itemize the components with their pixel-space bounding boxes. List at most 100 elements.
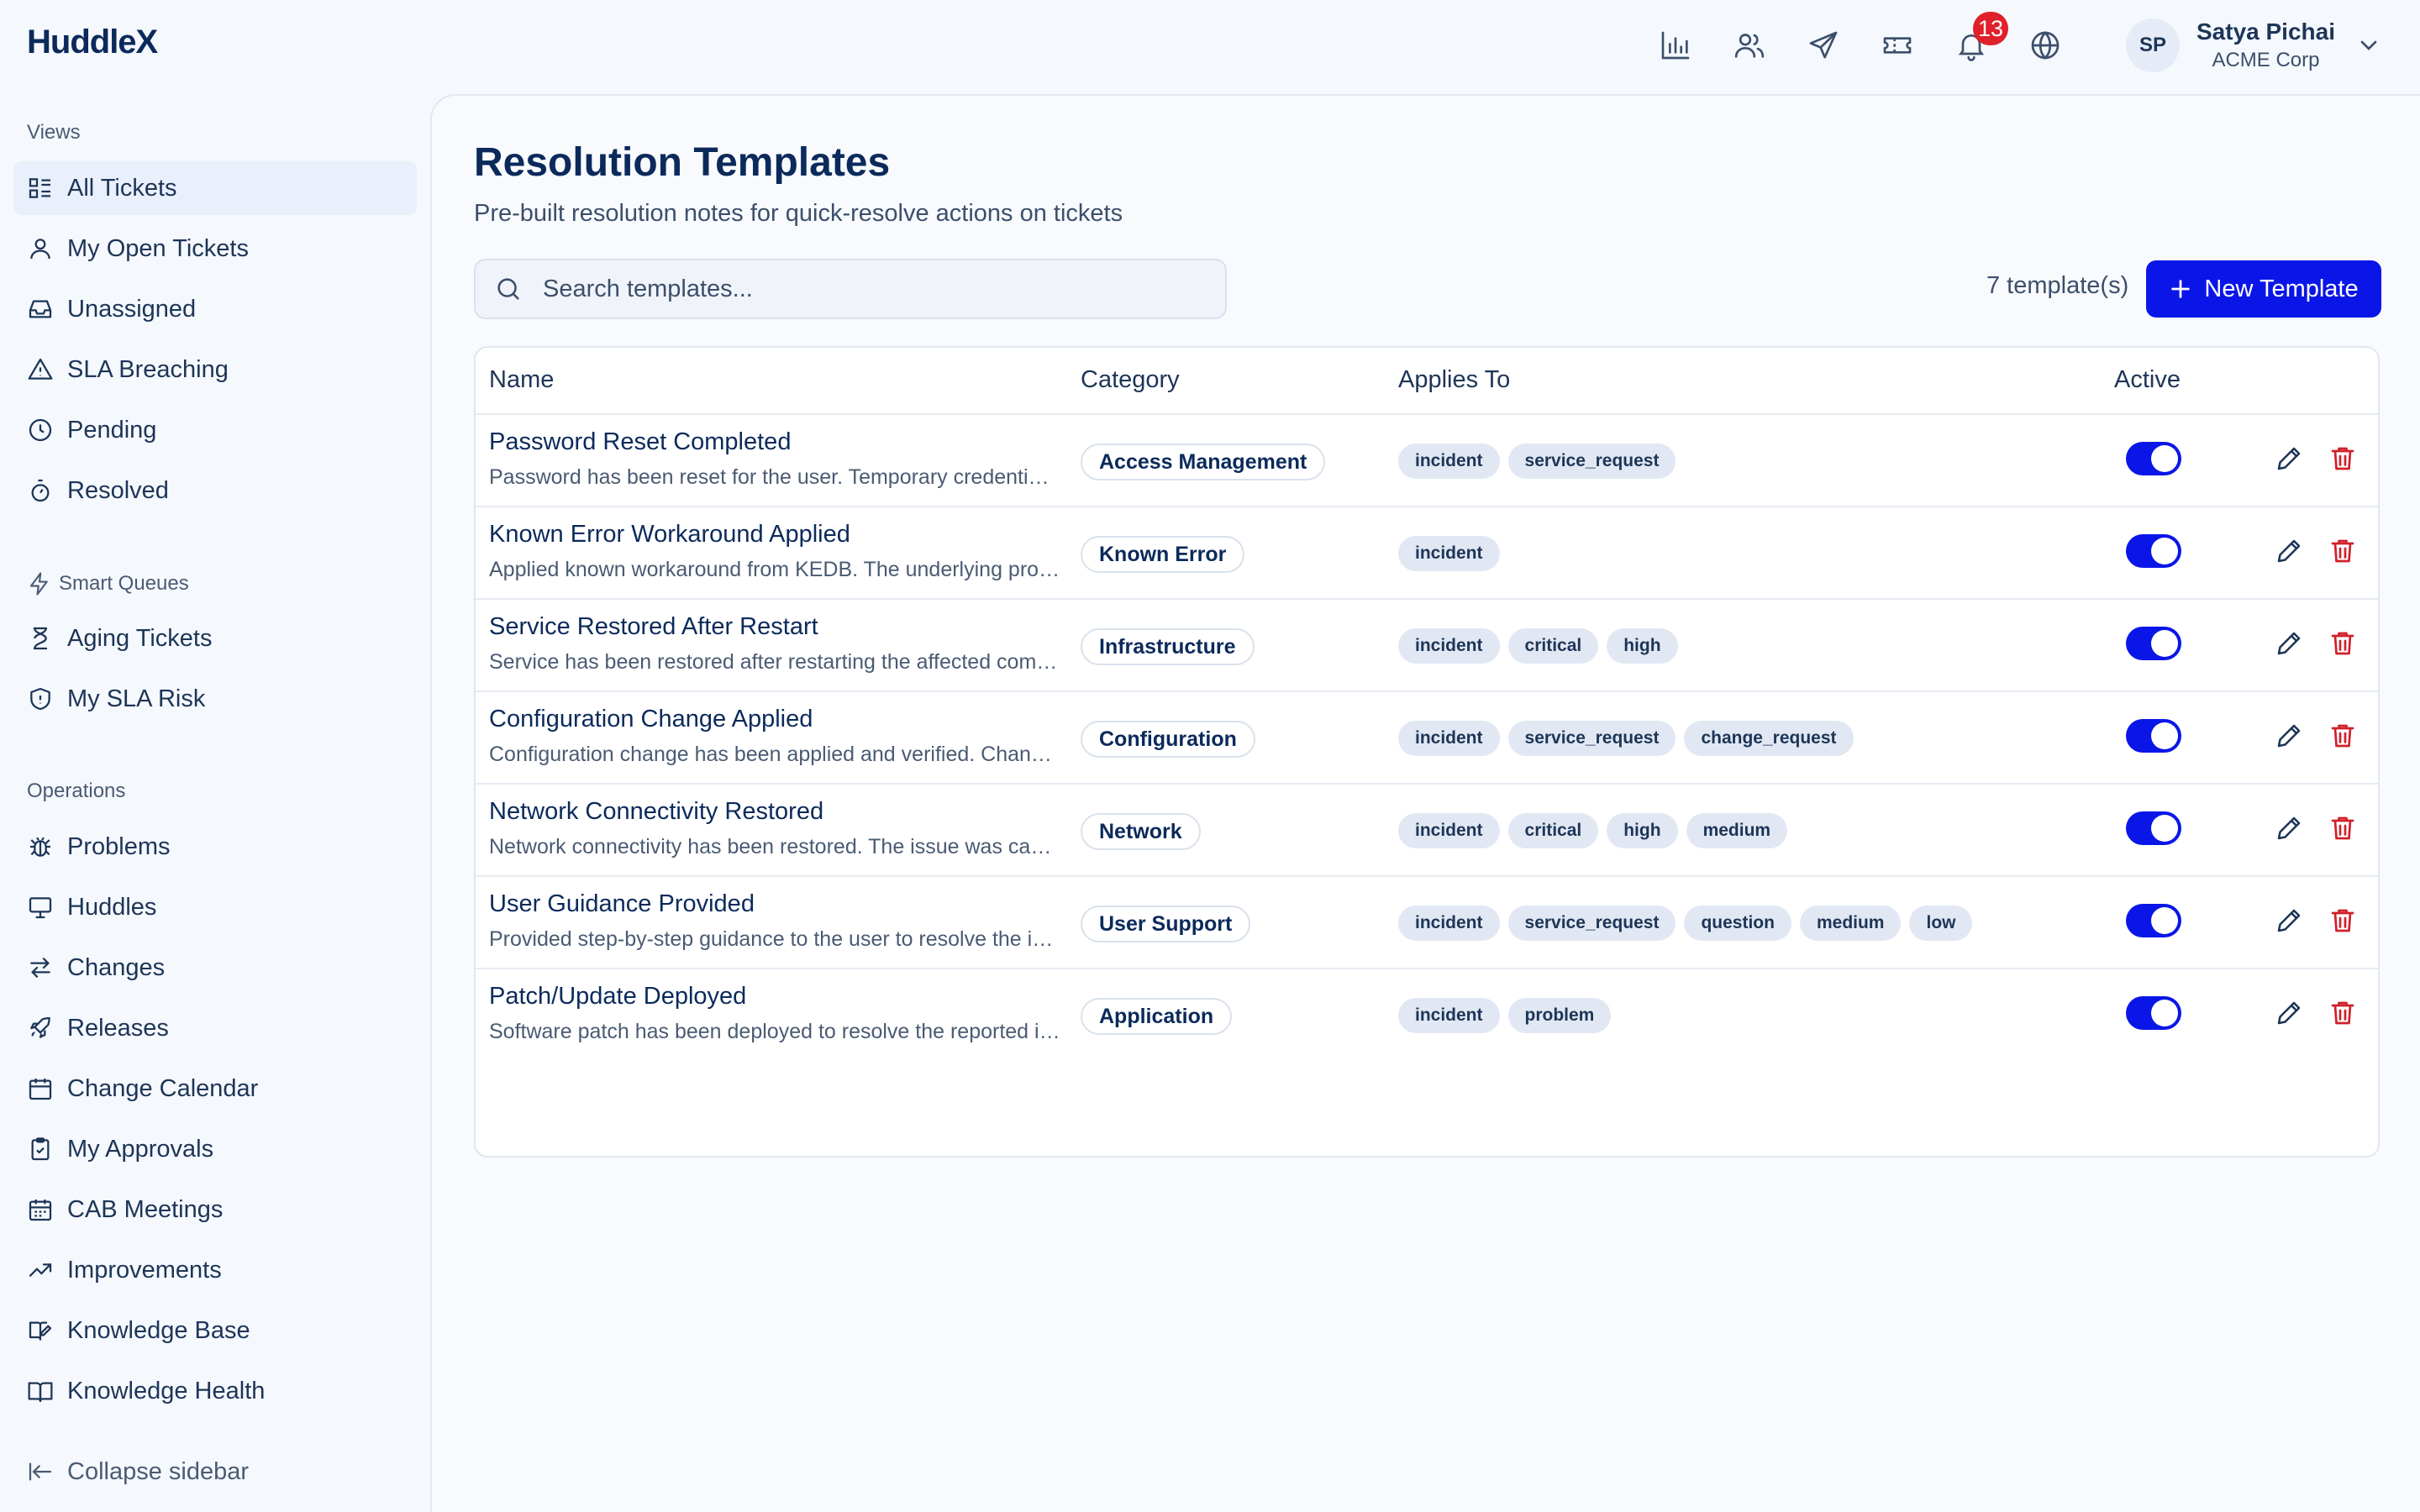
ticket-icon[interactable] bbox=[1877, 25, 1918, 66]
new-template-button[interactable]: New Template bbox=[2146, 260, 2381, 318]
edit-button[interactable] bbox=[2274, 628, 2307, 662]
book-edit-icon bbox=[29, 1321, 52, 1341]
user-menu[interactable]: SP Satya Pichai ACME Corp bbox=[2126, 18, 2382, 72]
search-box[interactable] bbox=[474, 259, 1227, 319]
notifications-button[interactable]: 13 bbox=[1951, 12, 2009, 66]
sidebar-item-my-open-tickets[interactable]: My Open Tickets bbox=[13, 222, 417, 276]
edit-button[interactable] bbox=[2274, 998, 2307, 1032]
table-row[interactable]: Network Connectivity Restored Network con… bbox=[476, 785, 2378, 877]
template-name[interactable]: Network Connectivity Restored bbox=[489, 798, 823, 826]
column-header-name[interactable]: Name bbox=[489, 366, 554, 394]
table-row[interactable]: Password Reset Completed Password has bee… bbox=[476, 415, 2378, 507]
analytics-icon[interactable] bbox=[1655, 25, 1696, 66]
column-header-applies-to[interactable]: Applies To bbox=[1398, 366, 1510, 394]
edit-button[interactable] bbox=[2274, 536, 2307, 570]
sidebar-item-label: My SLA Risk bbox=[67, 685, 206, 712]
page-subtitle: Pre-built resolution notes for quick-res… bbox=[474, 200, 1123, 227]
sidebar-item-problems[interactable]: Problems bbox=[13, 820, 417, 874]
sidebar-item-huddles[interactable]: Huddles bbox=[13, 880, 417, 934]
delete-button[interactable] bbox=[2328, 998, 2361, 1032]
sidebar-item-releases[interactable]: Releases bbox=[13, 1001, 417, 1055]
search-input[interactable] bbox=[543, 275, 1198, 303]
active-toggle[interactable] bbox=[2126, 534, 2181, 568]
active-toggle[interactable] bbox=[2126, 442, 2181, 475]
active-toggle[interactable] bbox=[2126, 811, 2181, 845]
sidebar-item-aging-tickets[interactable]: Aging Tickets bbox=[13, 612, 417, 665]
template-description: Provided step-by-step guidance to the us… bbox=[489, 927, 1060, 951]
sidebar-item-all-tickets[interactable]: All Tickets bbox=[13, 161, 417, 215]
app-logo[interactable]: HuddleX bbox=[27, 24, 158, 61]
delete-button[interactable] bbox=[2328, 721, 2361, 754]
delete-button[interactable] bbox=[2328, 444, 2361, 477]
users-icon[interactable] bbox=[1729, 25, 1770, 66]
sidebar-item-changes[interactable]: Changes bbox=[13, 941, 417, 995]
smart-queues-section-label: Smart Queues bbox=[27, 571, 189, 596]
delete-button[interactable] bbox=[2328, 536, 2361, 570]
header-icon-bar: 13 bbox=[1655, 12, 2099, 66]
column-header-active[interactable]: Active bbox=[2114, 366, 2181, 394]
sidebar-item-change-calendar[interactable]: Change Calendar bbox=[13, 1062, 417, 1116]
sidebar-item-label: Knowledge Health bbox=[67, 1377, 266, 1404]
table-row[interactable]: Known Error Workaround Applied Applied kn… bbox=[476, 507, 2378, 600]
table-row[interactable]: User Guidance Provided Provided step-by-s… bbox=[476, 877, 2378, 969]
trash-icon bbox=[2328, 539, 2358, 570]
active-toggle[interactable] bbox=[2126, 996, 2181, 1030]
calendar-grid-icon bbox=[29, 1200, 52, 1221]
edit-button[interactable] bbox=[2274, 444, 2307, 477]
sidebar-item-sla-breaching[interactable]: SLA Breaching bbox=[13, 343, 417, 396]
category-badge: Configuration bbox=[1081, 721, 1255, 758]
edit-button[interactable] bbox=[2274, 906, 2307, 939]
delete-button[interactable] bbox=[2328, 906, 2361, 939]
category-badge: Known Error bbox=[1081, 536, 1245, 573]
sidebar-item-improvements[interactable]: Improvements bbox=[13, 1243, 417, 1297]
template-name[interactable]: User Guidance Provided bbox=[489, 890, 755, 918]
applies-to-list: incident critical high medium bbox=[1398, 813, 1796, 848]
sidebar-item-unassigned[interactable]: Unassigned bbox=[13, 282, 417, 336]
applies-to-list: incident critical high bbox=[1398, 628, 1686, 664]
sidebar-item-knowledge-health[interactable]: Knowledge Health bbox=[13, 1364, 417, 1418]
globe-icon[interactable] bbox=[2025, 25, 2065, 66]
sidebar-item-label: Unassigned bbox=[67, 295, 197, 323]
template-name[interactable]: Service Restored After Restart bbox=[489, 613, 818, 641]
edit-button[interactable] bbox=[2274, 721, 2307, 754]
sidebar-item-label: SLA Breaching bbox=[67, 355, 229, 383]
template-name[interactable]: Patch/Update Deployed bbox=[489, 983, 746, 1011]
delete-button[interactable] bbox=[2328, 628, 2361, 662]
sidebar-item-knowledge-base[interactable]: Knowledge Base bbox=[13, 1304, 417, 1357]
send-icon[interactable] bbox=[1803, 25, 1844, 66]
applies-to-tag: critical bbox=[1507, 813, 1599, 848]
pencil-icon bbox=[2274, 632, 2304, 662]
views-section-label: Views bbox=[27, 121, 81, 144]
shield-icon bbox=[30, 687, 50, 711]
template-name[interactable]: Known Error Workaround Applied bbox=[489, 521, 850, 549]
sidebar-item-cab-meetings[interactable]: CAB Meetings bbox=[13, 1183, 417, 1236]
applies-to-tag: medium bbox=[1686, 813, 1788, 848]
delete-button[interactable] bbox=[2328, 813, 2361, 847]
collapse-sidebar-button[interactable]: Collapse sidebar bbox=[13, 1445, 417, 1499]
table-row[interactable]: Service Restored After Restart Service ha… bbox=[476, 600, 2378, 692]
active-toggle[interactable] bbox=[2126, 627, 2181, 660]
pencil-icon bbox=[2274, 1001, 2304, 1032]
toggle-knob bbox=[2151, 630, 2178, 657]
template-name[interactable]: Password Reset Completed bbox=[489, 428, 791, 456]
table-row[interactable]: Patch/Update Deployed Software patch has … bbox=[476, 969, 2378, 1062]
applies-to-tag: service_request bbox=[1507, 444, 1676, 479]
sidebar-item-my-approvals[interactable]: My Approvals bbox=[13, 1122, 417, 1176]
sidebar-item-label: All Tickets bbox=[67, 174, 177, 202]
edit-button[interactable] bbox=[2274, 813, 2307, 847]
sidebar-item-resolved[interactable]: Resolved bbox=[13, 464, 417, 517]
sidebar-item-pending[interactable]: Pending bbox=[13, 403, 417, 457]
template-description: Password has been reset for the user. Te… bbox=[489, 465, 1060, 489]
sidebar-item-my-sla-risk[interactable]: My SLA Risk bbox=[13, 672, 417, 726]
list-icon bbox=[29, 178, 50, 198]
user-icon bbox=[30, 239, 50, 260]
table-row[interactable]: Configuration Change Applied Configuratio… bbox=[476, 692, 2378, 785]
template-name[interactable]: Configuration Change Applied bbox=[489, 706, 813, 733]
active-toggle[interactable] bbox=[2126, 904, 2181, 937]
active-toggle[interactable] bbox=[2126, 719, 2181, 753]
clipboard-check-icon bbox=[31, 1137, 50, 1161]
new-template-label: New Template bbox=[2204, 275, 2359, 302]
trash-icon bbox=[2328, 816, 2358, 847]
column-header-category[interactable]: Category bbox=[1081, 366, 1180, 394]
calendar-icon bbox=[29, 1079, 52, 1100]
